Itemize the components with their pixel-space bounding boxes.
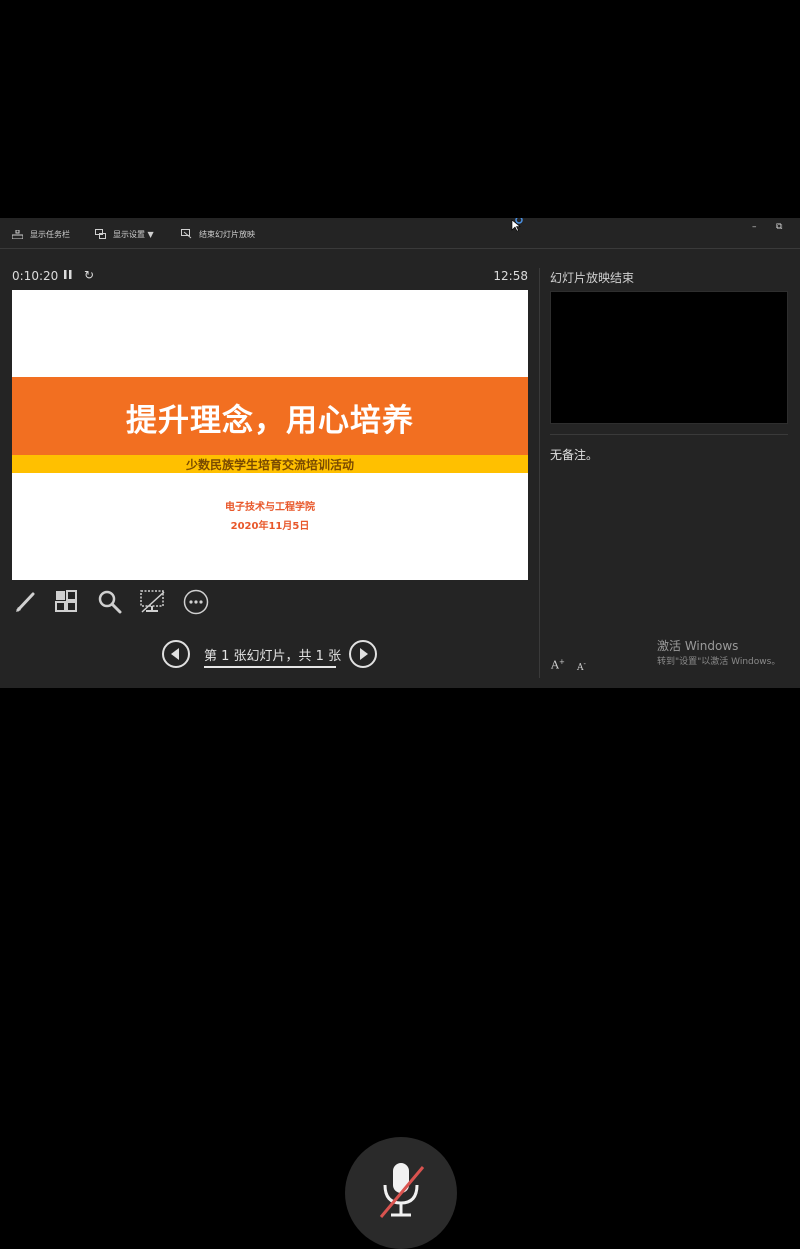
decrease-font-button[interactable]: A- bbox=[577, 660, 586, 673]
mute-microphone-button[interactable] bbox=[345, 1137, 457, 1249]
slide-title: 提升理念，用心培养 bbox=[126, 403, 414, 439]
see-all-slides-button[interactable] bbox=[53, 588, 81, 616]
increase-font-label: A bbox=[551, 658, 559, 672]
presenter-toolbar: 显示任务栏 显示设置 ▼ 结束幻灯片放映 – ⧉ bbox=[0, 218, 800, 249]
slides-grid-icon bbox=[55, 590, 77, 612]
next-slide-preview[interactable] bbox=[550, 291, 788, 424]
mouse-cursor-icon bbox=[511, 218, 523, 232]
arrow-right-icon bbox=[360, 648, 368, 660]
slide-counter-underline bbox=[204, 666, 336, 668]
pen-tool-button[interactable] bbox=[11, 588, 39, 616]
minimize-button[interactable]: – bbox=[752, 222, 757, 232]
previous-slide-button[interactable] bbox=[162, 640, 190, 668]
black-screen-button[interactable] bbox=[139, 588, 167, 616]
activate-windows-title: 激活 Windows bbox=[657, 639, 739, 653]
pen-icon bbox=[16, 592, 35, 612]
more-options-button[interactable] bbox=[182, 588, 210, 616]
restore-button[interactable]: ⧉ bbox=[776, 222, 782, 232]
microphone-muted-icon bbox=[379, 1163, 425, 1218]
more-icon bbox=[183, 589, 209, 615]
next-slide-title: 幻灯片放映结束 bbox=[550, 271, 635, 285]
current-slide[interactable]: 提升理念，用心培养 少数民族学生培育交流培训活动 电子技术与工程学院 2020年… bbox=[12, 290, 528, 580]
current-time: 12:58 bbox=[493, 269, 528, 283]
activate-windows-hint: 转到"设置"以激活 Windows。 bbox=[657, 657, 781, 667]
notes-separator bbox=[550, 434, 788, 435]
panel-divider bbox=[539, 268, 540, 678]
end-slideshow-icon bbox=[181, 229, 192, 239]
taskbar-icon bbox=[12, 229, 23, 239]
screen-off-icon bbox=[140, 590, 165, 613]
display-settings-label: 显示设置 ▼ bbox=[113, 229, 154, 239]
end-slideshow-button[interactable]: 结束幻灯片放映 bbox=[181, 227, 255, 241]
slide-date: 2020年11月5日 bbox=[230, 521, 310, 532]
display-settings-button[interactable]: 显示设置 ▼ bbox=[95, 227, 154, 241]
display-settings-icon bbox=[95, 229, 106, 239]
magnifier-icon bbox=[98, 590, 122, 614]
end-slideshow-label: 结束幻灯片放映 bbox=[199, 229, 255, 239]
increase-font-button[interactable]: A+ bbox=[551, 658, 565, 672]
next-slide-button[interactable] bbox=[349, 640, 377, 668]
elapsed-timer: 0:10:20 bbox=[12, 269, 59, 283]
show-taskbar-button[interactable]: 显示任务栏 bbox=[12, 227, 70, 241]
pause-icon[interactable] bbox=[64, 270, 72, 280]
speaker-notes: 无备注。 bbox=[550, 448, 599, 462]
show-taskbar-label: 显示任务栏 bbox=[30, 229, 70, 239]
presenter-view: 显示任务栏 显示设置 ▼ 结束幻灯片放映 – ⧉ 0:10:20 ↻ 12:58… bbox=[0, 218, 800, 688]
zoom-button[interactable] bbox=[96, 588, 124, 616]
slide-subtitle: 少数民族学生培育交流培训活动 bbox=[185, 458, 354, 472]
restart-timer-icon[interactable]: ↻ bbox=[84, 268, 94, 282]
slide-organization: 电子技术与工程学院 bbox=[225, 502, 315, 513]
arrow-left-icon bbox=[171, 648, 179, 660]
slide-counter[interactable]: 第 1 张幻灯片，共 1 张 bbox=[204, 645, 341, 664]
